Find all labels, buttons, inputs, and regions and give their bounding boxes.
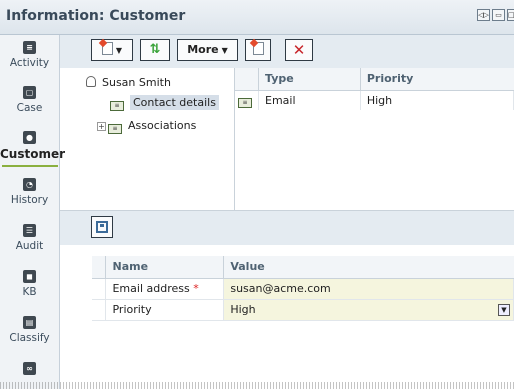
tree-root-label: Susan Smith bbox=[102, 76, 171, 89]
grid-header-value[interactable]: Value bbox=[223, 256, 514, 279]
nav-item-audit[interactable]: ☰ Audit bbox=[0, 218, 59, 262]
nav-item-label: History bbox=[10, 194, 49, 206]
association-icon: ≡ bbox=[108, 124, 122, 134]
email-card-icon: ≡ bbox=[238, 97, 252, 108]
kb-icon: ◼ bbox=[23, 270, 36, 283]
history-icon: ◔ bbox=[23, 178, 36, 191]
grid-header-row: Name Value bbox=[92, 256, 514, 279]
nav-item-label: Classify bbox=[9, 332, 50, 344]
row-spacer-cell bbox=[92, 278, 107, 300]
more-label: More bbox=[187, 43, 219, 56]
nav-item-classify[interactable]: ▤ Classify bbox=[0, 310, 59, 354]
priority-select[interactable]: High ▼ bbox=[223, 299, 514, 321]
delete-button[interactable]: ✕ bbox=[285, 39, 313, 61]
nav-item-customer[interactable]: ● Customer bbox=[0, 125, 66, 169]
customer-toolbar: ▼ ⇅ More ▼ ✕ bbox=[60, 35, 514, 68]
cell-priority: High bbox=[360, 90, 514, 110]
audit-icon: ☰ bbox=[23, 224, 36, 237]
left-navigation: ≡ Activity ▢ Case ● Customer ◔ History ☰… bbox=[0, 35, 66, 389]
nav-item-kb[interactable]: ◼ KB bbox=[0, 264, 59, 308]
customer-icon: ● bbox=[23, 131, 36, 144]
table-row[interactable]: ≡ Email High bbox=[235, 90, 514, 110]
tree-root[interactable]: Susan Smith bbox=[86, 76, 171, 89]
tree-item-contact-details[interactable]: ≡ Contact details bbox=[110, 95, 219, 111]
nav-item-history[interactable]: ◔ History bbox=[0, 172, 59, 216]
new-record-icon bbox=[252, 42, 264, 55]
more-dropdown-button[interactable]: More ▼ bbox=[177, 39, 238, 61]
customer-tree: Susan Smith ≡ Contact details + ≡ Associati… bbox=[60, 68, 234, 210]
grid-header-priority[interactable]: Priority bbox=[360, 68, 514, 91]
grid-header-type[interactable]: Type bbox=[258, 68, 361, 91]
refresh-icon: ⇅ bbox=[149, 42, 161, 57]
cell-type: Email bbox=[258, 90, 361, 110]
tree-item-associations[interactable]: + ≡ Associations bbox=[97, 119, 196, 134]
chevron-down-icon[interactable]: ▼ bbox=[498, 303, 510, 316]
grid-header-name[interactable]: Name bbox=[105, 256, 225, 279]
save-button[interactable] bbox=[91, 216, 113, 238]
window-controls: ◁▷ ▭ □ bbox=[477, 9, 514, 21]
grid-header-spacer bbox=[235, 68, 259, 91]
new-record-icon bbox=[101, 42, 113, 55]
nav-item-label: Audit bbox=[15, 240, 44, 252]
required-marker: * bbox=[193, 282, 199, 295]
case-icon: ▢ bbox=[23, 86, 36, 99]
nav-item-label: KB bbox=[22, 286, 37, 298]
properties-toolbar bbox=[60, 211, 514, 245]
expand-icon[interactable]: + bbox=[97, 122, 106, 131]
nav-item-label: Customer bbox=[0, 147, 66, 161]
link-icon: ∞ bbox=[23, 362, 36, 375]
grid-header-spacer bbox=[92, 256, 107, 279]
property-name-cell: Priority bbox=[105, 299, 225, 321]
tree-item-label: Associations bbox=[128, 119, 197, 132]
title-bar: Information: Customer ◁▷ ▭ □ bbox=[0, 0, 514, 35]
contact-grid: Type Priority ≡ Email High bbox=[234, 68, 514, 210]
nav-item-case[interactable]: ▢ Case bbox=[0, 80, 59, 124]
nav-item-label: Case bbox=[16, 102, 43, 114]
properties-grid: Name Value Email address * susan@acme.co… bbox=[92, 256, 514, 321]
status-strip bbox=[0, 382, 514, 389]
grid-header-row: Type Priority bbox=[235, 68, 514, 91]
tree-item-label: Contact details bbox=[130, 95, 219, 110]
row-spacer-cell bbox=[92, 299, 107, 321]
maximize-icon[interactable]: ▭ bbox=[492, 9, 505, 21]
chevron-down-icon: ▼ bbox=[221, 46, 228, 55]
nav-item-activity[interactable]: ≡ Activity bbox=[0, 35, 59, 79]
property-name: Email address bbox=[112, 282, 190, 295]
property-name-cell: Email address * bbox=[105, 278, 225, 300]
close-icon[interactable]: □ bbox=[507, 9, 514, 21]
window-title: Information: Customer bbox=[6, 8, 186, 24]
property-name: Priority bbox=[112, 303, 152, 316]
contact-card-icon: ≡ bbox=[110, 101, 124, 111]
email-value-field[interactable]: susan@acme.com bbox=[223, 278, 514, 300]
activity-icon: ≡ bbox=[23, 41, 36, 54]
table-row[interactable]: Priority High ▼ bbox=[92, 299, 514, 321]
row-icon-cell: ≡ bbox=[235, 90, 259, 110]
new-dropdown-button[interactable]: ▼ bbox=[91, 39, 133, 61]
classify-icon: ▤ bbox=[23, 316, 36, 329]
nav-item-label: Activity bbox=[9, 57, 50, 69]
restore-icon[interactable]: ◁▷ bbox=[477, 9, 490, 21]
save-icon bbox=[96, 221, 108, 233]
priority-value: High bbox=[230, 303, 256, 316]
table-row[interactable]: Email address * susan@acme.com bbox=[92, 278, 514, 300]
person-icon bbox=[86, 76, 96, 87]
chevron-down-icon: ▼ bbox=[115, 46, 123, 55]
refresh-button[interactable]: ⇅ bbox=[140, 39, 170, 61]
delete-icon: ✕ bbox=[292, 41, 306, 59]
new-item-button[interactable] bbox=[245, 39, 271, 61]
